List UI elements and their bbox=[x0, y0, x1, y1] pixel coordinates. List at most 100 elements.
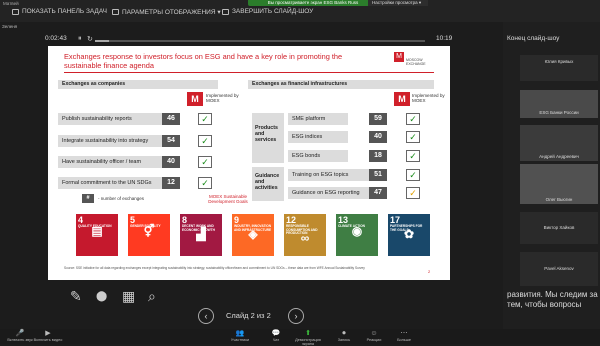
climate-icon: ◉ bbox=[351, 223, 363, 238]
gender-icon: ⚥ bbox=[143, 223, 155, 238]
restart-icon[interactable]: ↻ bbox=[87, 35, 93, 43]
end-slideshow-label: ЗАВЕРШИТЬ СЛАЙД-ШОУ bbox=[232, 8, 314, 15]
sdg-caption: MOEX Sustainable Development Goals bbox=[208, 194, 248, 204]
more-icon: ⋯ bbox=[400, 330, 408, 337]
all-slides-icon[interactable]: ▦ bbox=[122, 288, 135, 305]
zoom-icon[interactable]: ⌕ bbox=[148, 288, 156, 305]
window-owner: Матвей bbox=[3, 1, 19, 6]
row-value: 47 bbox=[369, 187, 387, 199]
participants-button[interactable]: 👥 Участники bbox=[222, 330, 258, 342]
show-taskbar-label: ПОКАЗАТЬ ПАНЕЛЬ ЗАДАЧ bbox=[22, 8, 107, 15]
row-label: Formal commitment to the UN SDGs bbox=[58, 177, 168, 189]
row-value: 59 bbox=[369, 113, 387, 125]
check-icon: ✓ bbox=[406, 169, 420, 181]
check-icon: ✓ bbox=[406, 150, 420, 162]
participant-tile: Олег Вьюгин bbox=[520, 164, 598, 204]
check-icon: ✓ bbox=[198, 135, 212, 147]
row-label: ESG bonds bbox=[288, 150, 348, 162]
participant-tile: Андрей Андреевич bbox=[520, 125, 598, 161]
pause-icon[interactable]: ⏸ bbox=[78, 35, 82, 43]
infinity-icon: ∞ bbox=[300, 230, 310, 245]
laser-pointer-icon[interactable]: ⬤ bbox=[96, 291, 107, 302]
clock: 10:19 bbox=[436, 35, 453, 42]
footnote: Source: SSE initiative for all data rega… bbox=[64, 266, 365, 270]
progress-track bbox=[95, 40, 425, 42]
check-icon: ✓ bbox=[198, 113, 212, 125]
sdg-tile: 12 RESPONSIBLE CONSUMPTION AND PRODUCTION… bbox=[284, 214, 326, 256]
row-label: Training on ESG topics bbox=[288, 169, 373, 181]
monitor-icon bbox=[112, 9, 119, 15]
row-label: Have sustainability officer / team bbox=[58, 156, 168, 168]
slide-page-number: 2 bbox=[428, 269, 431, 274]
row-value: 40 bbox=[162, 156, 180, 168]
participant-tile: Виктор Хайков bbox=[520, 212, 598, 244]
row-label: Integrate sustainability into strategy bbox=[58, 135, 168, 147]
row-value: 12 bbox=[162, 177, 180, 189]
infra-header: Exchanges as financial infrastructures bbox=[248, 80, 434, 89]
participant-tile: Pavel Aksenov bbox=[520, 252, 598, 286]
title-divider bbox=[64, 72, 434, 73]
chat-button[interactable]: 💬 Чат bbox=[258, 330, 294, 342]
check-icon: ✓ bbox=[198, 177, 212, 189]
legend-hash: # bbox=[82, 194, 94, 203]
group-guidance: Guidance and activities bbox=[252, 167, 284, 201]
mini-window-label: Зеленя bbox=[2, 24, 18, 29]
moex-logo-text: MOSCOW EXCHANGE bbox=[406, 58, 426, 66]
check-icon: ✓ bbox=[198, 156, 212, 168]
moex-icon: M bbox=[187, 92, 203, 106]
taskbar-icon bbox=[12, 8, 19, 15]
participant-tile: ESG Банки России bbox=[520, 90, 598, 118]
implemented-label: Implemented by MOEX bbox=[206, 93, 239, 103]
partnership-icon: ✿ bbox=[403, 227, 415, 242]
display-settings-label: ПАРАМЕТРЫ ОТОБРАЖЕНИЯ ▾ bbox=[122, 9, 221, 16]
legend-text: - number of exchanges bbox=[98, 196, 145, 201]
slide: Exchanges response to investors focus on… bbox=[48, 46, 450, 280]
row-value: 46 bbox=[162, 113, 180, 125]
next-slide-button[interactable]: › bbox=[288, 308, 304, 324]
chat-icon: 💬 bbox=[271, 330, 281, 337]
sdg-tile: 9 INDUSTRY, INNOVATION AND INFRASTRUCTURE… bbox=[232, 214, 274, 256]
progress-fill bbox=[95, 40, 109, 42]
row-label: Guidance on ESG reporting bbox=[288, 187, 373, 199]
people-icon: 👥 bbox=[235, 330, 245, 337]
sdg-row: 4 QUALITY EDUCATION ▤ 5 GENDER EQUALITY ⚥ 8D… bbox=[76, 214, 436, 258]
moex-logo: M MOSCOW EXCHANGE bbox=[394, 52, 432, 66]
sdg-tile: 8 DECENT WORK AND ECONOMIC GROWTH ▟ bbox=[180, 214, 222, 256]
show-taskbar-button[interactable]: ПОКАЗАТЬ ПАНЕЛЬ ЗАДАЧ bbox=[12, 8, 107, 15]
camera-icon: ▶ bbox=[45, 330, 51, 337]
group-products: Products and services bbox=[252, 113, 284, 163]
end-slideshow-button[interactable]: ЗАВЕРШИТЬ СЛАЙД-ШОУ bbox=[222, 8, 313, 15]
row-value: 54 bbox=[162, 135, 180, 147]
sdg-tile: 17 PARTNERSHIPS FOR THE GOALS ✿ bbox=[388, 214, 430, 256]
row-label: SME platform bbox=[288, 113, 348, 125]
moex-icon: M bbox=[394, 92, 410, 106]
infrastructure-icon: ◈ bbox=[248, 227, 258, 242]
sdg-tile: 5 GENDER EQUALITY ⚥ bbox=[128, 214, 170, 256]
row-value: 40 bbox=[369, 131, 387, 143]
row-label: Publish sustainability reports bbox=[58, 113, 168, 125]
moex-logo-icon: M bbox=[394, 52, 404, 62]
close-slideshow-icon bbox=[222, 8, 229, 15]
more-button[interactable]: ⋯ Больше bbox=[386, 330, 422, 342]
meeting-controls: 🎤 Включить звук ▶ Включить видео 👥 Участник… bbox=[0, 329, 600, 346]
participant-tile: Юлия Кривых bbox=[520, 55, 598, 81]
elapsed-timer: 0:02:43 bbox=[45, 35, 67, 42]
slide-pager: ‹ Слайд 2 из 2 › bbox=[196, 308, 306, 324]
slide-title: Exchanges response to investors focus on… bbox=[64, 52, 343, 70]
display-settings-button[interactable]: ПАРАМЕТРЫ ОТОБРАЖЕНИЯ ▾ bbox=[112, 8, 221, 16]
check-icon: ✓ bbox=[406, 131, 420, 143]
previous-slide-button[interactable]: ‹ bbox=[198, 308, 214, 324]
pen-icon[interactable]: ✎ bbox=[70, 288, 82, 305]
education-icon: ▤ bbox=[91, 223, 103, 238]
panel-header: Конец слайд-шоу bbox=[507, 35, 560, 42]
screenshare-banner: Вы просматриваете экран ESG Banks Russ bbox=[248, 0, 378, 6]
sdg-tile: 4 QUALITY EDUCATION ▤ bbox=[76, 214, 118, 256]
start-video-button[interactable]: ▶ Включить видео bbox=[30, 330, 66, 342]
row-value: 51 bbox=[369, 169, 387, 181]
view-settings-button[interactable]: Настройки просмотра ▾ bbox=[368, 0, 428, 6]
slide-counter: Слайд 2 из 2 bbox=[226, 311, 271, 320]
row-label: ESG indices bbox=[288, 131, 348, 143]
sdg-tile: 13 CLIMATE ACTION ◉ bbox=[336, 214, 378, 256]
implemented-label: Implemented by MOEX bbox=[412, 93, 445, 103]
check-icon: ✓ bbox=[406, 187, 420, 199]
